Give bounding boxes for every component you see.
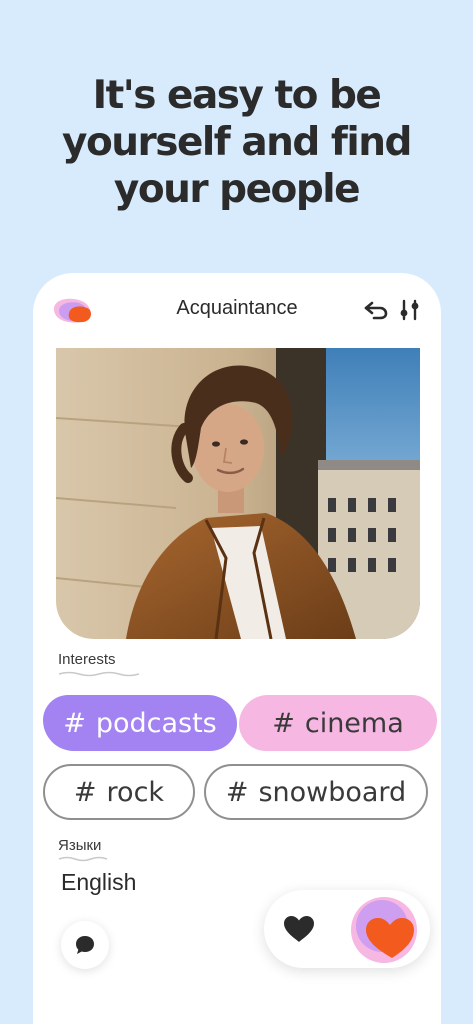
heart-icon[interactable]: [282, 914, 316, 944]
top-bar: Acquaintance: [33, 273, 441, 348]
super-like-icon[interactable]: [348, 894, 422, 968]
interest-tag-podcasts[interactable]: # podcasts: [43, 695, 237, 751]
hash-symbol: #: [73, 776, 97, 808]
language-value: English: [61, 869, 137, 895]
headline-line-2: yourself and find: [62, 120, 412, 165]
interest-tag-label: podcasts: [95, 707, 217, 739]
languages-label: Языки: [58, 837, 102, 854]
interests-label: Interests: [58, 651, 116, 668]
interest-tag-label: snowboard: [258, 776, 407, 808]
phone-screen: Acquaintance Interests # podcasts # cine…: [33, 273, 441, 1024]
languages-underline: [58, 856, 108, 862]
profile-photo[interactable]: [56, 348, 420, 639]
hash-symbol: #: [225, 776, 249, 808]
interest-tag-label: rock: [106, 776, 165, 808]
chat-bubble-icon: [76, 936, 94, 954]
headline-line-3: your people: [113, 167, 361, 212]
headline-line-1: It's easy to be: [92, 73, 382, 118]
interest-tag-cinema[interactable]: # cinema: [239, 695, 437, 751]
interest-tag-snowboard[interactable]: # snowboard: [204, 764, 428, 820]
filter-sliders-icon[interactable]: [398, 299, 422, 321]
interest-tag-rock[interactable]: # rock: [43, 764, 195, 820]
profile-photo-image: [56, 348, 420, 639]
headline: It's easy to be yourself and find your p…: [0, 72, 473, 213]
chat-button[interactable]: [61, 921, 109, 969]
action-pill: [264, 890, 430, 968]
undo-arrow-icon[interactable]: [363, 299, 389, 321]
interests-underline: [58, 671, 140, 677]
hash-symbol: #: [272, 707, 295, 739]
interest-tag-label: cinema: [304, 707, 404, 739]
hash-symbol: #: [63, 707, 86, 739]
